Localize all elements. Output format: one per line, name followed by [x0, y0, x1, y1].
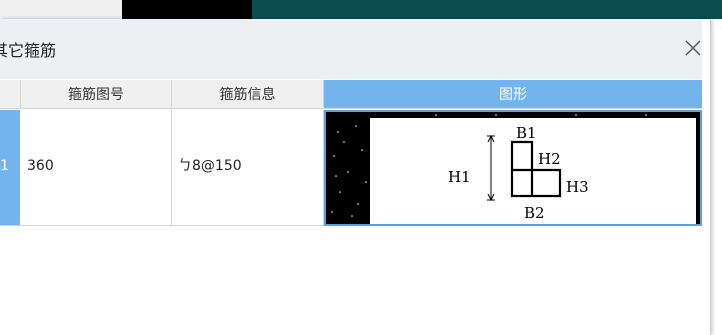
cell-stirrup-info[interactable]: ㄅ8@150 — [172, 110, 324, 226]
figure-no-value: 360 — [27, 158, 54, 174]
dialog-right-edge — [702, 19, 710, 335]
row-header[interactable]: 1 — [0, 110, 20, 226]
label-h1: H1 — [448, 168, 471, 186]
stirrup-table: 箍筋图号 箍筋信息 图形 1 360 ㄅ8@150 B1 H2 H3 B2 H1 — [0, 80, 702, 226]
stirrup-shape-image: B1 H2 H3 B2 H1 — [326, 112, 700, 224]
background-panel — [252, 0, 722, 19]
column-header-stirrup-info[interactable]: 箍筋信息 — [172, 80, 324, 109]
label-h2: H2 — [538, 150, 561, 168]
label-b2: B2 — [524, 204, 545, 222]
other-stirrup-dialog: 其它箍筋 箍筋图号 箍筋信息 图形 1 360 ㄅ8@150 B1 H2 H3 … — [0, 19, 710, 335]
stirrup-info-value: ㄅ8@150 — [178, 158, 242, 174]
column-header-figure-no[interactable]: 箍筋图号 — [21, 80, 172, 109]
label-b1: B1 — [516, 124, 537, 142]
row-number: 1 — [0, 158, 9, 174]
cell-figure-no[interactable]: 360 — [21, 110, 172, 226]
row-header-corner — [0, 80, 21, 109]
cell-figure[interactable]: B1 H2 H3 B2 H1 — [324, 110, 702, 226]
dialog-title-bar[interactable]: 其它箍筋 — [0, 19, 710, 79]
column-header-figure[interactable]: 图形 — [324, 80, 702, 109]
close-icon[interactable] — [682, 37, 704, 59]
dialog-title: 其它箍筋 — [0, 41, 57, 60]
label-h3: H3 — [566, 178, 589, 196]
background-canvas — [122, 0, 252, 19]
